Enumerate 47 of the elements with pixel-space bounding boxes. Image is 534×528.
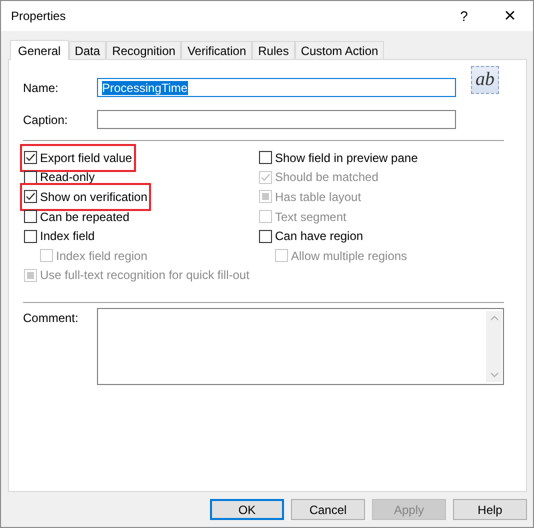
checkbox-label: Should be matched (275, 170, 378, 184)
checkbox-label: Can have region (275, 229, 364, 244)
checkbox-label: Text segment (275, 210, 346, 224)
window-title: Properties (11, 9, 67, 23)
checkbox[interactable] (24, 210, 37, 224)
checkbox-label: Show on verification (40, 190, 148, 204)
tab[interactable]: Data (68, 41, 106, 59)
checkbox-option[interactable]: Export field value (24, 148, 132, 168)
checkbox-option[interactable]: Index field (24, 226, 95, 246)
tab[interactable]: Rules (252, 41, 295, 59)
checkbox[interactable] (24, 190, 37, 204)
field-label: Comment: (23, 310, 80, 326)
checkbox[interactable] (259, 151, 272, 164)
checkbox-label: Read-only (40, 170, 95, 184)
checkbox-label: Allow multiple regions (291, 248, 408, 263)
tab[interactable]: Verification (181, 41, 252, 59)
checkbox[interactable] (24, 230, 37, 243)
checkbox-option[interactable]: Show on verification (24, 187, 148, 207)
checkbox[interactable] (24, 151, 37, 164)
tab[interactable]: General (10, 40, 69, 60)
field-label: Caption: (23, 112, 69, 126)
tab[interactable]: Custom Action (294, 41, 384, 59)
dialog-button[interactable]: OK (210, 499, 284, 520)
field-value: ProcessingTime (102, 80, 188, 94)
dialog-button[interactable]: Help (453, 499, 527, 520)
close-button[interactable]: × (487, 1, 533, 31)
checkbox-label: Use full-text recognition for quick fill-out (40, 268, 250, 282)
checkbox-label: Export field value (40, 150, 132, 165)
checkbox-label: Index field (40, 229, 95, 244)
checkbox[interactable] (24, 170, 37, 184)
checkbox[interactable] (259, 230, 272, 243)
help-button[interactable]: ? (441, 1, 487, 31)
checkbox-option[interactable]: Can have region (259, 226, 364, 246)
checkbox-label: Can be repeated (40, 210, 130, 224)
checkbox-option[interactable]: Read-only (24, 168, 95, 188)
field-type-button[interactable]: ab (471, 66, 499, 94)
comment-field[interactable] (97, 308, 504, 386)
field-label: Name: (23, 80, 60, 94)
checkbox-label: Index field region (56, 248, 148, 263)
tab[interactable]: Recognition (106, 41, 182, 59)
caption-field[interactable] (97, 110, 456, 129)
name-field[interactable]: ProcessingTime (97, 78, 456, 97)
checkbox-label: Has table layout (275, 190, 362, 204)
checkbox-option[interactable]: Show field in preview pane (259, 148, 418, 168)
checkbox-option[interactable]: Can be repeated (24, 206, 130, 226)
dialog-button[interactable]: Cancel (291, 499, 365, 520)
checkbox-label: Show field in preview pane (275, 150, 418, 165)
